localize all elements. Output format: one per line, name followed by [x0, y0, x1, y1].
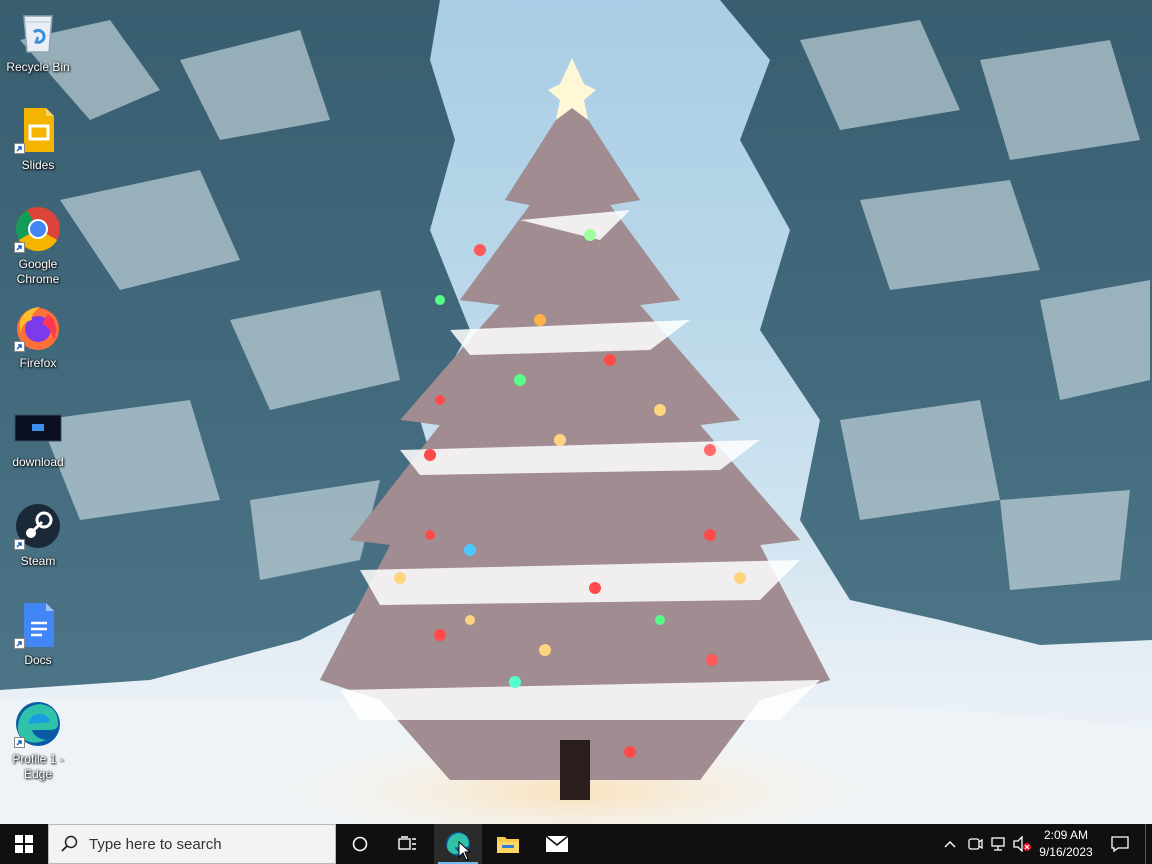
start-button[interactable]: [0, 824, 48, 864]
mouse-cursor-icon: [458, 841, 472, 861]
firefox-icon: [14, 304, 62, 352]
taskbar-clock[interactable]: 2:09 AM 9/16/2023: [1032, 824, 1100, 864]
chrome-icon: [14, 205, 62, 253]
desktop-icon-recycle-bin[interactable]: Recycle Bin: [2, 8, 74, 75]
desktop-icon-label: Slides: [21, 158, 55, 172]
cortana-circle-icon: [352, 836, 368, 852]
shortcut-arrow-icon: [14, 539, 25, 550]
mail-icon: [545, 835, 569, 852]
desktop-icon-label: Steam: [20, 554, 56, 568]
search-icon: [61, 835, 78, 852]
cortana-button[interactable]: [336, 824, 384, 864]
desktop-icon-label: Profile 1 - Edge: [12, 752, 64, 781]
desktop-icon-firefox[interactable]: Firefox: [2, 304, 74, 371]
volume-muted-icon: [1013, 836, 1031, 852]
desktop-icon-label: download: [12, 455, 64, 469]
folder-icon: [497, 837, 519, 853]
clock-date: 9/16/2023: [1039, 845, 1093, 859]
desktop-icon-label: Docs: [24, 653, 52, 667]
windows-logo-icon: [15, 835, 33, 853]
shortcut-arrow-icon: [14, 341, 25, 352]
desktop-icon-label: Google Chrome: [16, 257, 60, 286]
desktop-icon-steam[interactable]: Steam: [2, 502, 74, 569]
clock-time: 2:09 AM: [1043, 828, 1089, 842]
steam-icon: [14, 502, 62, 550]
shortcut-arrow-icon: [14, 143, 25, 154]
show-desktop-button[interactable]: [1145, 824, 1152, 864]
shortcut-arrow-icon: [14, 242, 25, 253]
desktop-icon-edge-profile[interactable]: Profile 1 - Edge: [2, 700, 74, 782]
action-center-button[interactable]: [1106, 824, 1134, 864]
desktop-wallpaper: Recycle Bin Slides Google Chrome Firefox…: [0, 0, 1152, 824]
google-docs-icon: [14, 601, 62, 649]
meet-now-icon: [968, 838, 983, 850]
christmas-tree-wallpaper: [0, 0, 1152, 824]
tray-meet-now-button[interactable]: [963, 824, 987, 864]
recycle-bin-icon: [14, 8, 62, 56]
shortcut-arrow-icon: [14, 737, 25, 748]
desktop-icon-docs[interactable]: Docs: [2, 601, 74, 668]
notification-icon: [1111, 836, 1129, 852]
shortcut-arrow-icon: [14, 638, 25, 649]
taskbar-search-box[interactable]: Type here to search: [48, 824, 336, 864]
desktop-icon-chrome[interactable]: Google Chrome: [2, 205, 74, 287]
desktop-icon-label: Recycle Bin: [6, 60, 70, 74]
show-hidden-icons-button[interactable]: [938, 824, 962, 864]
tray-volume-button[interactable]: [1010, 824, 1034, 864]
desktop-icon-label: Firefox: [19, 356, 57, 370]
taskbar: Type here to search 2:09 AM 9/16/2023: [0, 824, 1152, 864]
taskbar-app-edge[interactable]: [434, 824, 482, 864]
chevron-up-icon: [944, 841, 956, 848]
search-placeholder: Type here to search: [89, 835, 222, 853]
desktop-icon-slides[interactable]: Slides: [2, 106, 74, 173]
google-slides-icon: [14, 106, 62, 154]
image-thumbnail-icon: [14, 403, 62, 451]
task-view-icon: [398, 836, 416, 850]
taskbar-app-mail[interactable]: [533, 824, 581, 864]
desktop-icon-download[interactable]: download: [2, 403, 74, 470]
task-view-button[interactable]: [384, 824, 432, 864]
tray-network-button[interactable]: [987, 824, 1011, 864]
network-icon: [991, 837, 1005, 851]
edge-icon: [14, 700, 62, 748]
taskbar-app-file-explorer[interactable]: [484, 824, 532, 864]
